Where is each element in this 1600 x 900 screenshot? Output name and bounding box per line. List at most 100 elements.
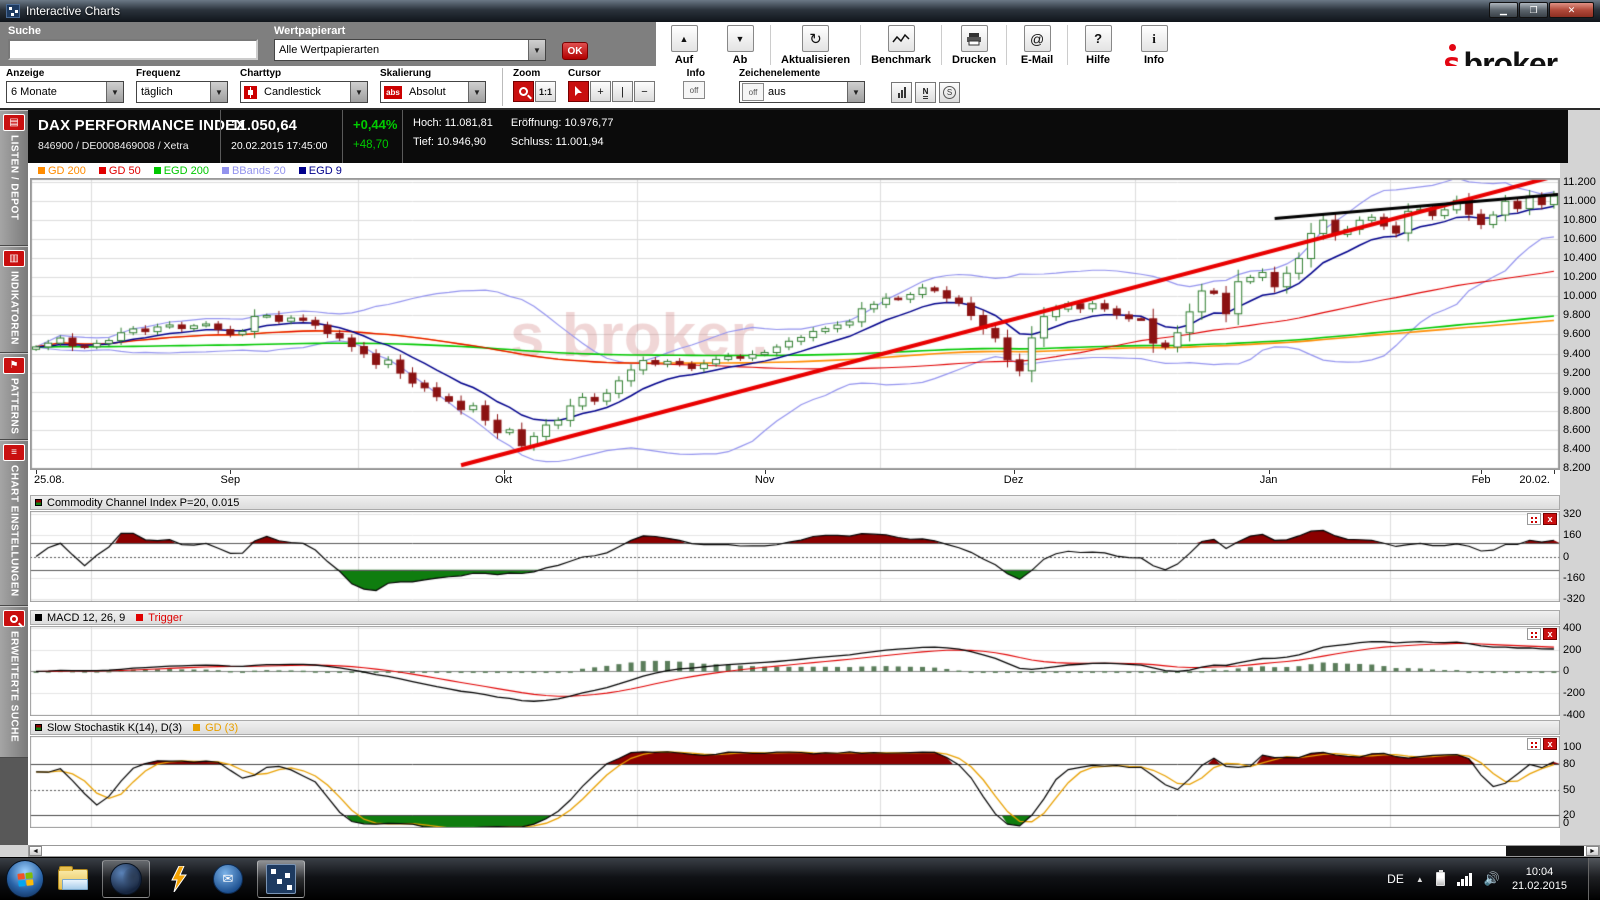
info-button[interactable]: i Info	[1126, 25, 1182, 66]
desktop: Interactive Charts ▁ ❐ ✕ Suche Wertpapie…	[0, 0, 1600, 900]
separator	[502, 68, 503, 106]
minimize-button[interactable]: ▁	[1489, 2, 1518, 18]
news-view-button[interactable]: N	[915, 82, 936, 103]
close-button[interactable]: ✕	[1549, 2, 1594, 18]
cursor-vline-button[interactable]: |	[612, 81, 633, 102]
hilfe-button[interactable]: ? Hilfe	[1070, 25, 1126, 66]
separator	[1006, 25, 1007, 65]
zoom-tool-button[interactable]	[513, 81, 534, 102]
chevron-down-icon[interactable]: ▼	[350, 82, 367, 102]
macd-canvas[interactable]	[30, 626, 1560, 716]
stoch-canvas[interactable]	[30, 736, 1560, 828]
benchmark-button[interactable]: Benchmark	[863, 25, 939, 66]
email-button[interactable]: @ E-Mail	[1009, 25, 1065, 66]
sidebar-tab-erweiterte-suche[interactable]: ERWEITERTE SUCHE	[0, 606, 28, 758]
ok-button[interactable]: OK	[562, 42, 588, 60]
frequenz-select[interactable]: täglich ▼	[136, 81, 228, 103]
sidebar-tab-patterns[interactable]: ⚑ PATTERNS	[0, 353, 28, 440]
legend-label: EGD 200	[164, 165, 209, 177]
y-tick-label: 11.000	[1563, 195, 1596, 207]
aktualisieren-button[interactable]: ↻ Aktualisieren	[773, 25, 858, 66]
x-tick-label: 25.08.	[34, 474, 65, 486]
cci-canvas[interactable]	[30, 511, 1560, 602]
stoch-detach-button[interactable]	[1527, 738, 1541, 750]
main-chart-canvas[interactable]	[30, 178, 1560, 470]
title-bar[interactable]: Interactive Charts ▁ ❐ ✕	[0, 0, 1600, 22]
chevron-down-icon[interactable]: ▼	[847, 82, 864, 102]
windows-flag-icon	[17, 872, 33, 886]
restore-button[interactable]: ❐	[1519, 2, 1548, 18]
sidebar-tab-chart-einstellungen[interactable]: ≡ CHART EINSTELLUNGEN	[0, 440, 28, 606]
bars-icon	[898, 87, 906, 98]
last-price: 11.050,64	[231, 117, 332, 134]
taskbar-thunderbird-button[interactable]: ✉	[208, 860, 248, 898]
taskbar-explorer-button[interactable]	[53, 860, 93, 898]
battery-icon[interactable]	[1436, 872, 1445, 886]
zoom-label: Zoom	[513, 68, 556, 79]
start-button[interactable]	[6, 860, 44, 898]
info-off-button[interactable]: off	[683, 81, 705, 99]
sidebar-tab-listen-depot[interactable]: ▤ LISTEN / DEPOT	[0, 110, 28, 246]
chevron-down-icon[interactable]: ▼	[468, 82, 485, 102]
folder-icon	[58, 869, 88, 890]
chevron-down-icon[interactable]: ▼	[528, 40, 545, 60]
day-open: Eröffnung: 10.976,77	[511, 117, 614, 129]
tray-expand-icon[interactable]: ▲	[1416, 875, 1424, 884]
chevron-down-icon[interactable]: ▼	[106, 82, 123, 102]
taskbar-charts-app-button[interactable]	[257, 860, 305, 898]
cursor-hline-button[interactable]: −	[634, 81, 655, 102]
x-tick-label: 20.02.	[1519, 474, 1550, 486]
window-title: Interactive Charts	[26, 4, 120, 18]
language-indicator[interactable]: DE	[1387, 872, 1404, 886]
main-toolbar: Suche Wertpapierart Alle Wertpapierarten…	[0, 22, 1600, 66]
search-block: Suche Wertpapierart Alle Wertpapierarten…	[0, 22, 656, 66]
zoom-reset-button[interactable]: 1:1	[535, 81, 556, 102]
magnifier-icon	[10, 615, 18, 623]
change-percent: +0,44%	[353, 117, 392, 132]
signal-view-button[interactable]: S	[939, 82, 960, 103]
settings-icon: ≡	[3, 444, 25, 461]
y-tick-label: 0	[1563, 665, 1569, 677]
scroll-thumb[interactable]	[1506, 846, 1584, 856]
horizontal-scrollbar[interactable]: ◄ ►	[28, 845, 1600, 857]
day-high: Hoch: 11.081,81	[413, 117, 493, 129]
cursor-cross-button[interactable]: +	[590, 81, 611, 102]
drucken-button[interactable]: Drucken	[944, 25, 1004, 66]
scroll-track[interactable]	[42, 846, 1586, 856]
y-tick-label: -160	[1563, 572, 1585, 584]
scroll-right-button[interactable]: ►	[1586, 846, 1599, 856]
charttyp-select[interactable]: Candlestick ▼	[240, 81, 368, 103]
skalierung-select[interactable]: abs Absolut ▼	[380, 81, 486, 103]
cci-detach-button[interactable]	[1527, 513, 1541, 525]
magnifier-icon	[519, 87, 528, 96]
legend-label: EGD 9	[309, 165, 342, 177]
cci-close-button[interactable]: x	[1543, 513, 1557, 525]
macd-close-button[interactable]: x	[1543, 628, 1557, 640]
chevron-down-icon[interactable]: ▼	[210, 82, 227, 102]
quote-header: DAX PERFORMANCE INDEX 846900 / DE0008469…	[28, 110, 1568, 163]
zeichenelemente-select[interactable]: off aus ▼	[739, 81, 865, 103]
volume-icon[interactable]: 🔊	[1484, 871, 1500, 887]
anzeige-select[interactable]: 6 Monate ▼	[6, 81, 124, 103]
stoch-close-button[interactable]: x	[1543, 738, 1557, 750]
search-input[interactable]	[8, 39, 258, 60]
up-arrow-icon: ▲	[680, 34, 689, 44]
clock[interactable]: 10:04 21.02.2015	[1512, 865, 1567, 893]
x-tick-label: Nov	[755, 474, 775, 486]
macd-detach-button[interactable]	[1527, 628, 1541, 640]
taskbar-winamp-button[interactable]	[159, 860, 199, 898]
taskbar-firefox-button[interactable]	[102, 860, 150, 898]
charts-app-icon	[266, 864, 296, 894]
question-icon: ?	[1094, 31, 1102, 46]
sidebar-tab-indikatoren[interactable]: ▥ INDIKATOREN	[0, 246, 28, 353]
scroll-left-button[interactable]: ◄	[29, 846, 42, 856]
network-icon[interactable]	[1457, 873, 1472, 886]
wertpapierart-select[interactable]: Alle Wertpapierarten ▼	[274, 39, 546, 61]
bars-view-button[interactable]	[891, 82, 912, 103]
y-tick-label: -320	[1563, 593, 1585, 605]
show-desktop-button[interactable]	[1588, 858, 1600, 900]
auf-button[interactable]: ▲ Auf	[656, 25, 712, 66]
x-tick	[1554, 470, 1555, 474]
ab-button[interactable]: ▼ Ab	[712, 25, 768, 66]
cursor-arrow-button[interactable]	[568, 81, 589, 102]
